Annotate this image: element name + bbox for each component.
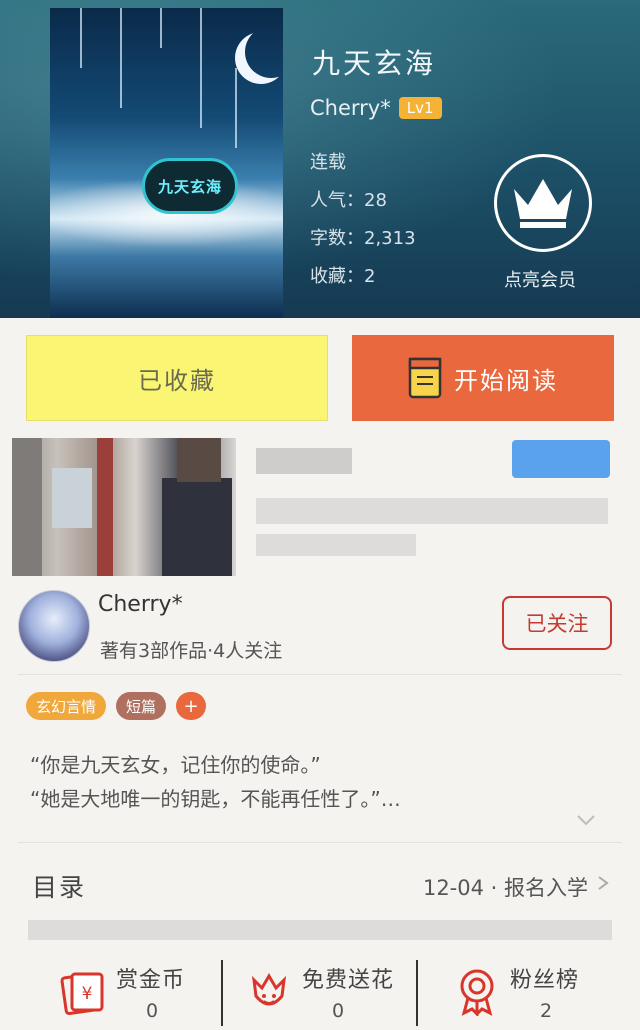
cover-badge-text: 九天玄海 [157,177,222,196]
section-separator [28,920,612,940]
ad-pixel-block [52,468,92,528]
tag-fantasy-romance[interactable]: 玄幻言情 [26,692,107,720]
book-status: 连载 [310,152,346,173]
bottom-action-bar: ¥ 赏金币 0 免费送花 0 粉丝榜 2 [0,956,640,1030]
intro-line: “她是大地唯一的钥匙，不能再任性了。”… [30,787,401,811]
send-flowers-count: 0 [332,1000,345,1022]
bar-separator [416,960,418,1026]
fan-ranking-button[interactable]: 粉丝榜 2 [452,956,640,1030]
bar-separator [221,960,223,1026]
favorited-label: 已收藏 [138,366,216,395]
reward-coins-count: 0 [146,1000,159,1022]
tag-list: 玄幻言情 短篇 + [26,692,207,720]
divider [18,842,622,843]
book-word-count: 字数：2,313 [310,228,416,249]
book-popularity: 人气：28 [310,190,387,211]
favorited-button[interactable]: 已收藏 [26,335,328,421]
follow-button[interactable]: 已关注 [502,596,612,650]
book-icon [408,357,442,399]
flower-icon [251,973,287,1006]
svg-text:¥: ¥ [82,984,93,1004]
ad-text-blur [256,498,608,524]
medal-icon [460,969,494,1016]
ad-pixel-block [12,438,42,576]
author-name[interactable]: Cherry* [98,592,183,617]
book-title: 九天玄海 [312,47,437,80]
author-avatar[interactable] [18,590,90,662]
cover-moon [245,26,283,78]
fan-ranking-count: 2 [540,1000,553,1022]
add-tag-button[interactable]: + [176,692,207,720]
book-intro[interactable]: “你是九天玄女，记住你的使命。” “她是大地唯一的钥匙，不能再任性了。”… [30,748,401,816]
send-flowers-button[interactable]: 免费送花 0 [244,956,444,1030]
send-flowers-label: 免费送花 [302,968,395,993]
latest-chapter: 12-04 · 报名入学 [422,876,588,900]
tag-short-story[interactable]: 短篇 [116,692,167,720]
crown-icon [514,179,572,228]
reward-coins-label: 赏金币 [116,968,186,993]
fan-ranking-label: 粉丝榜 [510,968,580,993]
author-section: Cherry* 著有3部作品·4人关注 已关注 [0,586,640,670]
ad-title-blur [256,448,352,474]
start-reading-label: 开始阅读 [454,366,558,395]
intro-line: “你是九天玄女，记住你的使命。” [30,753,321,777]
reward-coins-button[interactable]: ¥ 赏金币 0 [58,956,258,1030]
ad-image [12,438,236,576]
book-author-row: Cherry* Lv1 [310,96,442,120]
cover-star-streak [200,8,202,128]
member-button[interactable] [494,154,592,252]
red-envelope-icon: ¥ [60,972,104,1016]
book-cover[interactable]: 九天玄海 [50,8,283,318]
divider [18,674,622,675]
book-author-name[interactable]: Cherry* [310,96,391,120]
cover-star-streak [120,8,122,108]
author-description: 著有3部作品·4人关注 [100,640,283,662]
chevron-right-icon [598,876,609,890]
cover-star-streak [80,8,82,68]
ad-pixel-block [177,438,221,482]
ad-banner[interactable] [12,438,628,576]
table-of-contents-row[interactable]: 目录 12-04 · 报名入学 [0,852,640,916]
ad-pixel-block [97,438,113,576]
cover-title-badge: 九天玄海 [142,158,238,214]
cover-star-streak [235,68,237,148]
ad-action-blur [512,440,610,478]
start-reading-button[interactable]: 开始阅读 [352,335,614,421]
book-favorites-count: 收藏：2 [310,266,376,287]
author-level-badge: Lv1 [398,97,442,119]
toc-label: 目录 [32,873,87,902]
ad-text-blur [256,534,416,556]
follow-label: 已关注 [525,612,589,636]
ad-pixel-block [162,478,232,576]
chevron-down-icon[interactable] [576,810,596,830]
member-label[interactable]: 点亮会员 [504,266,576,292]
book-header: 九天玄海 九天玄海 Cherry* Lv1 连载 人气：28 字数：2,313 … [0,0,640,318]
cover-star-streak [160,8,162,48]
